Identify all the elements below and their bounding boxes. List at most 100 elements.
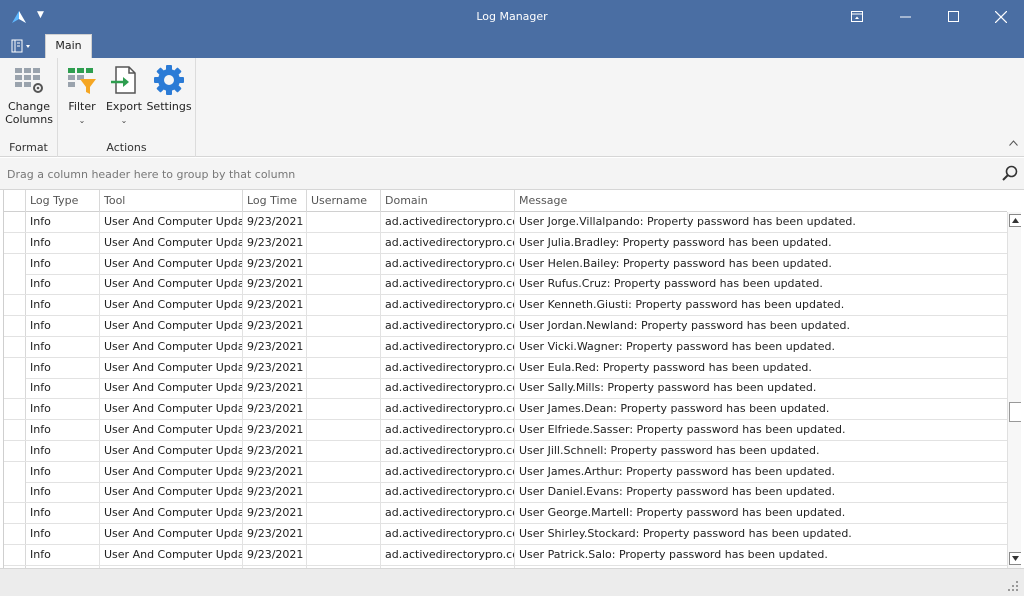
table-row[interactable]: InfoUser And Computer Updater9/23/2021 ad… [4, 253, 1007, 275]
cell-username[interactable] [307, 503, 381, 525]
cell-username[interactable] [307, 212, 381, 233]
cell-log-time[interactable]: 9/23/2021 [243, 399, 307, 421]
cell-username[interactable] [307, 316, 381, 337]
table-row[interactable]: InfoUser And Computer Updater9/23/2021 ad… [4, 399, 1007, 421]
cell-username[interactable] [307, 253, 381, 275]
cell-log-time[interactable]: 9/23/2021 [243, 232, 307, 254]
cell-message[interactable]: User Elfriede.Sasser: Property password … [515, 420, 1007, 441]
cell-log-time[interactable]: 9/23/2021 [243, 461, 307, 483]
cell-tool[interactable]: User And Computer Updater [100, 336, 243, 358]
cell-log-type[interactable]: Info [26, 253, 100, 275]
cell-message[interactable]: User Patrick.Salo: Property password has… [515, 545, 1007, 566]
cell-message[interactable]: User George.Martell: Property password h… [515, 503, 1007, 524]
cell-log-type[interactable]: Info [26, 274, 100, 296]
cell-log-type[interactable]: Info [26, 316, 100, 337]
cell-username[interactable] [307, 544, 381, 566]
cell-log-type[interactable]: Info [26, 440, 100, 462]
cell-log-type[interactable]: Info [26, 461, 100, 483]
cell-log-time[interactable]: 9/23/2021 [243, 212, 307, 233]
cell-username[interactable] [307, 378, 381, 400]
cell-domain[interactable]: ad.activedirectorypro.com [381, 274, 515, 296]
cell-message[interactable]: User James.Dean: Property password has b… [515, 399, 1007, 420]
cell-message[interactable]: User Daniel.Evans: Property password has… [515, 482, 1007, 503]
cell-tool[interactable]: User And Computer Updater [100, 399, 243, 421]
row-indicator[interactable] [4, 232, 26, 253]
cell-tool[interactable]: User And Computer Updater [100, 253, 243, 275]
cell-message[interactable]: User Jorge.Villalpando: Property passwor… [515, 212, 1007, 233]
cell-log-time[interactable]: 9/23/2021 [243, 503, 307, 525]
settings-button[interactable]: Settings [146, 64, 192, 113]
table-row[interactable]: InfoUser And Computer Updater9/23/2021 ad… [4, 544, 1007, 566]
table-row[interactable]: InfoUser And Computer Updater9/23/2021 ad… [4, 503, 1007, 525]
cell-message[interactable]: User Julia.Bradley: Property password ha… [515, 233, 1007, 254]
row-indicator[interactable] [4, 482, 26, 503]
maximize-button[interactable] [930, 0, 976, 33]
column-header-username[interactable]: Username [307, 190, 381, 212]
cell-domain[interactable]: ad.activedirectorypro.com [381, 336, 515, 358]
cell-tool[interactable]: User And Computer Updater [100, 295, 243, 317]
column-header-log-type[interactable]: Log Type [26, 190, 100, 212]
cell-log-time[interactable]: 9/23/2021 [243, 524, 307, 545]
cell-domain[interactable]: ad.activedirectorypro.com [381, 253, 515, 275]
table-row[interactable]: InfoUser And Computer Updater9/23/2021 ad… [4, 316, 1007, 337]
row-indicator[interactable] [4, 274, 26, 295]
cell-log-type[interactable]: Info [26, 544, 100, 566]
row-indicator[interactable] [4, 399, 26, 420]
cell-log-type[interactable]: Info [26, 503, 100, 525]
cell-log-time[interactable]: 9/23/2021 [243, 274, 307, 296]
cell-log-time[interactable]: 9/23/2021 [243, 295, 307, 317]
cell-tool[interactable]: User And Computer Updater [100, 274, 243, 296]
cell-message[interactable]: User Shirley.Stockard: Property password… [515, 524, 1007, 545]
row-indicator[interactable] [4, 420, 26, 440]
cell-log-time[interactable]: 9/23/2021 [243, 357, 307, 379]
cell-domain[interactable]: ad.activedirectorypro.com [381, 378, 515, 400]
cell-username[interactable] [307, 357, 381, 379]
cell-message[interactable]: User Kenneth.Giusti: Property password h… [515, 295, 1007, 316]
cell-domain[interactable]: ad.activedirectorypro.com [381, 420, 515, 441]
table-row[interactable]: InfoUser And Computer Updater9/23/2021 ad… [4, 232, 1007, 254]
cell-log-type[interactable]: Info [26, 399, 100, 421]
cell-username[interactable] [307, 336, 381, 358]
cell-log-time[interactable]: 9/23/2021 [243, 420, 307, 441]
cell-log-time[interactable]: 9/23/2021 [243, 253, 307, 275]
cell-tool[interactable]: User And Computer Updater [100, 212, 243, 233]
table-row[interactable]: InfoUser And Computer Updater9/23/2021 ad… [4, 295, 1007, 317]
cell-domain[interactable]: ad.activedirectorypro.com [381, 440, 515, 462]
row-indicator[interactable] [4, 295, 26, 316]
cell-message[interactable]: User James.Arthur: Property password has… [515, 462, 1007, 483]
search-icon[interactable] [1002, 165, 1018, 181]
cell-tool[interactable]: User And Computer Updater [100, 232, 243, 254]
vertical-scrollbar[interactable] [1007, 212, 1021, 568]
cell-message[interactable]: User Jordan.Newland: Property password h… [515, 316, 1007, 337]
column-header-log-time[interactable]: Log Time [243, 190, 307, 212]
row-indicator[interactable] [4, 253, 26, 274]
cell-domain[interactable]: ad.activedirectorypro.com [381, 544, 515, 566]
cell-log-type[interactable]: Info [26, 212, 100, 233]
cell-domain[interactable]: ad.activedirectorypro.com [381, 212, 515, 233]
minimize-button[interactable] [882, 0, 928, 33]
cell-tool[interactable]: User And Computer Updater [100, 440, 243, 462]
table-row[interactable]: InfoUser And Computer Updater9/23/2021 ad… [4, 274, 1007, 296]
cell-domain[interactable]: ad.activedirectorypro.com [381, 524, 515, 545]
column-header-message[interactable]: Message [515, 190, 1007, 212]
cell-username[interactable] [307, 461, 381, 483]
cell-log-time[interactable]: 9/23/2021 [243, 378, 307, 400]
cell-log-time[interactable]: 9/23/2021 [243, 336, 307, 358]
change-columns-button[interactable]: Change Columns [4, 64, 54, 126]
cell-message[interactable]: User Eula.Red: Property password has bee… [515, 358, 1007, 379]
row-indicator[interactable] [4, 336, 26, 357]
row-indicator[interactable] [4, 524, 26, 544]
cell-username[interactable] [307, 420, 381, 441]
cell-tool[interactable]: User And Computer Updater [100, 503, 243, 525]
cell-domain[interactable]: ad.activedirectorypro.com [381, 357, 515, 379]
column-header-domain[interactable]: Domain [381, 190, 515, 212]
table-row[interactable]: InfoUser And Computer Updater9/23/2021 ad… [4, 378, 1007, 400]
table-row[interactable]: InfoUser And Computer Updater9/23/2021 ad… [4, 482, 1007, 504]
cell-username[interactable] [307, 399, 381, 421]
row-indicator[interactable] [4, 440, 26, 461]
cell-message[interactable]: User Helen.Bailey: Property password has… [515, 254, 1007, 275]
cell-log-type[interactable]: Info [26, 357, 100, 379]
row-indicator[interactable] [4, 316, 26, 336]
cell-log-type[interactable]: Info [26, 524, 100, 545]
tab-main[interactable]: Main [45, 34, 92, 58]
